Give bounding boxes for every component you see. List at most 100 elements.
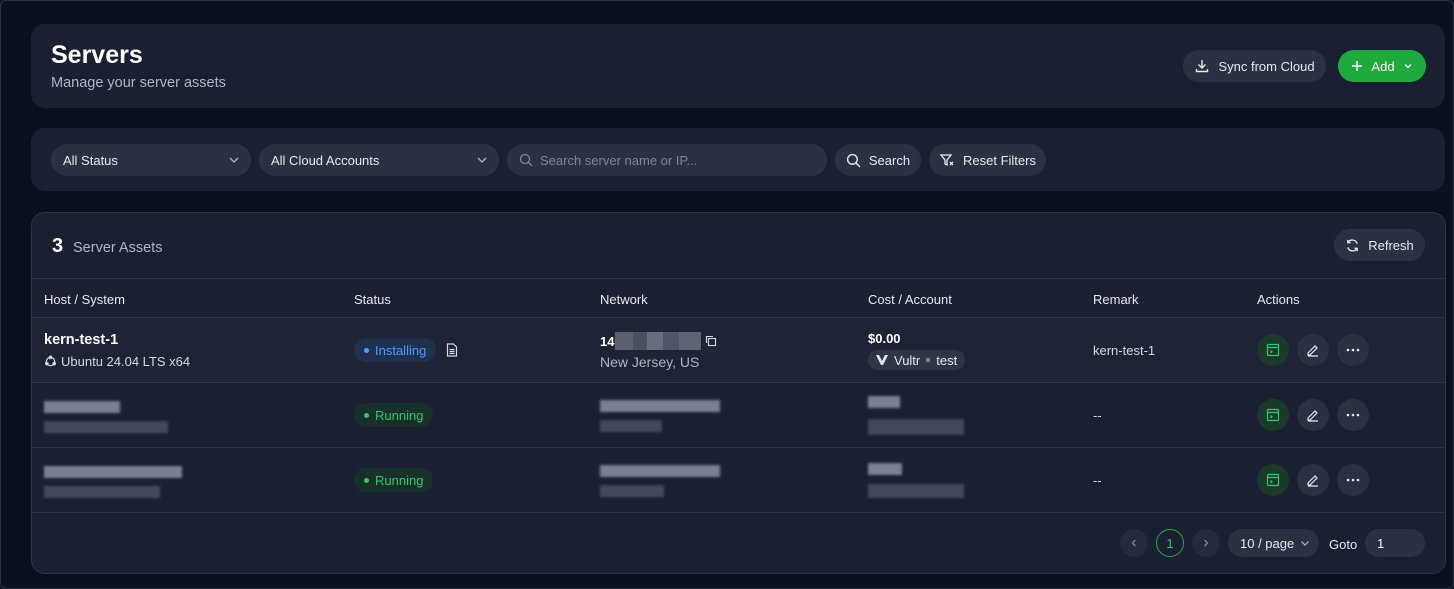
location: New Jersey, US — [600, 354, 700, 370]
terminal-button[interactable] — [1257, 334, 1289, 366]
status-badge: Running — [354, 468, 434, 492]
chevron-right-icon — [1204, 539, 1209, 547]
more-actions-button[interactable] — [1337, 334, 1369, 366]
column-header-remark: Remark — [1093, 292, 1139, 307]
copy-icon[interactable] — [705, 335, 717, 347]
status-label: Running — [375, 407, 424, 423]
ellipsis-icon — [1346, 413, 1360, 417]
refresh-button[interactable]: Refresh — [1334, 229, 1425, 261]
chevron-down-icon — [477, 157, 487, 163]
terminal-button[interactable] — [1257, 399, 1289, 431]
chevron-down-icon — [1301, 541, 1309, 546]
status-filter-select[interactable]: All Status — [51, 144, 251, 176]
add-button[interactable]: Add — [1338, 50, 1426, 82]
refresh-label: Refresh — [1368, 237, 1414, 253]
refresh-icon — [1347, 238, 1359, 252]
table-row: Running -- — [32, 448, 1445, 513]
terminal-icon — [1266, 343, 1280, 357]
next-page-button[interactable] — [1192, 529, 1220, 557]
search-icon — [846, 153, 861, 167]
ellipsis-icon — [1346, 478, 1360, 482]
search-button[interactable]: Search — [835, 144, 921, 176]
status-dot — [364, 347, 369, 353]
redacted-os — [44, 421, 168, 433]
remark: -- — [1093, 473, 1102, 488]
chevron-down-icon — [1404, 64, 1412, 69]
edit-button[interactable] — [1297, 464, 1329, 496]
status-label: Installing — [375, 342, 427, 358]
download-icon — [1196, 60, 1209, 73]
os-label: Ubuntu 24.04 LTS x64 — [61, 354, 191, 369]
sync-label: Sync from Cloud — [1218, 58, 1315, 74]
redacted-location — [600, 420, 662, 432]
table-row: Running -- — [32, 383, 1445, 448]
cloud-account-filter-select[interactable]: All Cloud Accounts — [259, 144, 499, 176]
reset-filters-label: Reset Filters — [963, 152, 1036, 168]
redacted-cost — [868, 463, 902, 475]
filter-bar: All Status All Cloud Accounts Search Res… — [31, 128, 1445, 191]
page-size-select[interactable]: 10 / page — [1228, 529, 1319, 557]
ip-redacted — [615, 332, 702, 350]
table-header: Host / System Status Network Cost / Acco… — [32, 278, 1445, 318]
ip-prefix: 14 — [600, 333, 615, 349]
edit-button[interactable] — [1297, 334, 1329, 366]
page-size-value: 10 / page — [1240, 535, 1295, 551]
redacted-account — [868, 484, 964, 498]
cloud-filter-value: All Cloud Accounts — [271, 152, 380, 168]
account-name: test — [936, 352, 958, 368]
remark: -- — [1093, 408, 1102, 423]
status-dot — [364, 477, 369, 483]
asset-count: 3 — [52, 235, 64, 257]
separator-dot — [926, 358, 931, 362]
more-actions-button[interactable] — [1337, 399, 1369, 431]
terminal-icon — [1266, 408, 1280, 422]
host-name[interactable]: kern-test-1 — [44, 332, 118, 348]
remark: kern-test-1 — [1093, 343, 1156, 358]
account-tag: Vultr test — [868, 350, 966, 370]
more-actions-button[interactable] — [1337, 464, 1369, 496]
table-row: kern-test-1 Ubuntu 24.04 LTS x64 Install… — [32, 318, 1445, 383]
redacted-cost — [868, 396, 900, 408]
search-input[interactable] — [540, 152, 810, 168]
ubuntu-icon — [44, 355, 57, 367]
column-header-status: Status — [354, 292, 391, 307]
chevron-left-icon — [1131, 539, 1136, 547]
search-icon — [519, 153, 533, 167]
search-button-label: Search — [868, 152, 911, 168]
redacted-location — [600, 485, 664, 497]
reset-filters-button[interactable]: Reset Filters — [929, 144, 1046, 176]
redacted-account — [868, 419, 964, 435]
prev-page-button[interactable] — [1120, 529, 1148, 557]
terminal-icon — [1266, 473, 1280, 487]
column-header-actions: Actions — [1257, 292, 1300, 307]
terminal-button[interactable] — [1257, 464, 1289, 496]
status-badge: Installing — [354, 338, 437, 362]
install-log-icon[interactable] — [446, 343, 458, 357]
chevron-down-icon — [229, 157, 239, 163]
redacted-host — [44, 401, 120, 413]
goto-page-input[interactable] — [1365, 529, 1425, 557]
filter-clear-icon — [939, 154, 954, 167]
column-header-cost: Cost / Account — [868, 292, 952, 307]
sync-from-cloud-button[interactable]: Sync from Cloud — [1183, 50, 1326, 82]
asset-count-label: Server Assets — [73, 240, 163, 256]
server-assets-table: 3 Server Assets Refresh Host / System St… — [31, 212, 1446, 574]
pencil-icon — [1307, 475, 1318, 487]
page-subtitle: Manage your server assets — [51, 75, 226, 91]
status-filter-value: All Status — [63, 152, 118, 168]
status-label: Running — [375, 472, 424, 488]
pencil-icon — [1307, 410, 1318, 422]
page-button-current[interactable]: 1 — [1156, 529, 1184, 557]
edit-button[interactable] — [1297, 399, 1329, 431]
goto-label: Goto — [1329, 537, 1358, 552]
redacted-ip — [600, 465, 720, 477]
provider-name: Vultr — [894, 352, 921, 368]
status-badge: Running — [354, 403, 434, 427]
cost-value: $0.00 — [868, 331, 901, 346]
status-dot — [364, 412, 369, 418]
page-header: Servers Manage your server assets Sync f… — [31, 24, 1445, 108]
add-label: Add — [1371, 58, 1395, 74]
plus-icon — [1352, 61, 1363, 71]
page-title: Servers — [51, 41, 143, 69]
ip-address: 14 — [600, 332, 717, 350]
